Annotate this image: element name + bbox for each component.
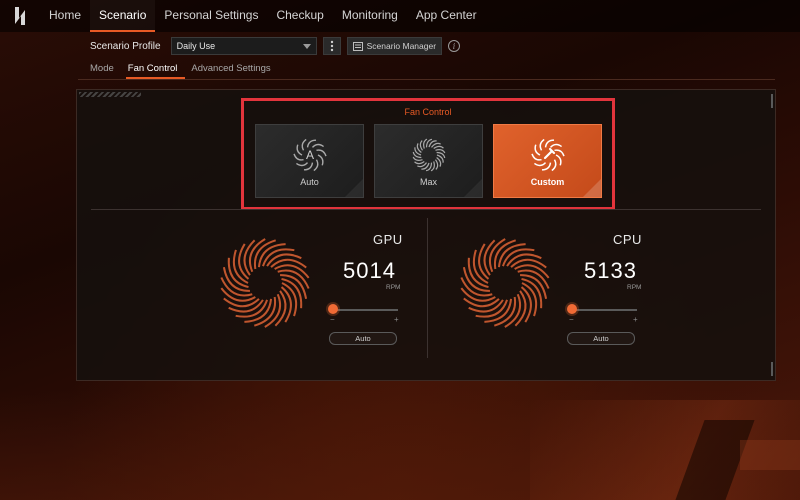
info-icon[interactable]: i [448,40,461,52]
fan-blade [223,297,260,308]
nav-personal-settings[interactable]: Personal Settings [155,0,267,32]
gpu-slider-thumb[interactable] [328,304,338,314]
button-decoration [464,179,482,197]
fan-max-icon [412,138,445,172]
cpu-rpm-unit: RPM [627,284,642,291]
nav-home[interactable]: Home [40,0,90,32]
scenario-profile-row: Scenario Profile Daily Use Scenario Mana… [90,36,461,56]
svg-text:A: A [305,148,313,162]
gpu-rpm-unit: RPM [386,284,401,291]
background-streak [530,400,800,500]
more-options-button[interactable] [322,37,341,55]
fan-mode-custom-button[interactable]: Custom [493,124,602,198]
fan-blade [533,144,540,156]
background-shape [675,420,755,500]
fan-blade [295,144,302,156]
fan-blade [432,145,444,150]
scenario-profile-value: Daily Use [176,41,216,51]
nav-monitoring[interactable]: Monitoring [333,0,407,32]
panel-decoration [767,362,773,376]
background-glow [0,390,800,500]
cpu-slider-track[interactable] [569,309,637,311]
fan-blade [311,143,324,148]
cpu-slider-thumb[interactable] [567,304,577,314]
cpu-auto-button[interactable]: Auto [567,332,635,345]
fan-blade [550,159,556,172]
cpu-rpm-value: 5133 [584,258,637,283]
scenario-manager-label: Scenario Manager [366,41,437,51]
fan-blade [549,143,562,148]
fan-mode-group: Fan Control A Auto Max Custom [241,98,615,210]
fan-custom-icon [530,138,565,172]
gpu-fan-icon [220,238,310,328]
logo-icon [15,7,25,25]
nav-app-center[interactable]: App Center [407,0,486,32]
cpu-fan-label: CPU [613,232,642,247]
scenario-manager-button[interactable]: Scenario Manager [346,37,443,55]
tab-advanced-settings[interactable]: Advanced Settings [189,60,278,79]
fan-control-panel: Fan Control A Auto Max Custom GPU 5014 R… [76,89,776,381]
tab-fan-control[interactable]: Fan Control [125,60,186,79]
tab-mode[interactable]: Mode [88,60,122,79]
fan-control-title: Fan Control [404,107,452,117]
fan-blade [539,138,545,151]
fan-blade [463,297,500,308]
sub-tabs: Mode Fan Control Advanced Settings [88,60,283,80]
fan-mode-auto-label: Auto [300,177,319,187]
cpu-slider-minus: − [569,315,574,324]
top-navigation: Home Scenario Personal Settings Checkup … [0,0,800,32]
panel-decoration [767,94,773,108]
gpu-slider-plus: + [394,315,399,324]
button-decoration [583,179,601,197]
button-decoration [345,179,363,197]
nav-checkup[interactable]: Checkup [267,0,332,32]
chevron-down-icon [302,43,311,49]
fan-mode-max-button[interactable]: Max [374,124,483,198]
app-logo [0,0,40,32]
nav-scenario[interactable]: Scenario [90,0,156,32]
more-vertical-icon [330,40,333,52]
main-nav: Home Scenario Personal Settings Checkup … [40,0,486,32]
cpu-fan-icon [460,238,550,328]
fan-blade [270,258,307,269]
fan-blade [510,258,547,269]
gpu-rpm-value: 5014 [343,258,396,283]
fan-blade [295,162,308,167]
fan-mode-max-label: Max [419,177,437,187]
gpu-auto-button[interactable]: Auto [329,332,397,345]
fan-mode-custom-label: Custom [530,177,565,187]
fan-blade [555,154,562,166]
section-divider [91,209,761,210]
fan-mode-auto-button[interactable]: A Auto [255,124,364,198]
scenario-profile-label: Scenario Profile [90,40,161,52]
panel-decoration [79,92,141,97]
fan-auto-icon: A [292,138,327,172]
fan-blade [419,140,423,151]
fan-blade [317,154,324,166]
cpu-slider-plus: + [633,315,638,324]
fan-blade [533,162,546,167]
fan-blade [434,159,438,170]
tabs-divider [78,79,775,80]
gpu-slider-track[interactable] [330,309,398,311]
scenario-profile-select[interactable]: Daily Use [170,37,317,55]
fan-blade [312,159,318,172]
fan-blade [413,160,425,165]
folder-list-icon [352,41,363,51]
gpu-slider-minus: − [330,315,335,324]
background-shape [740,440,800,470]
